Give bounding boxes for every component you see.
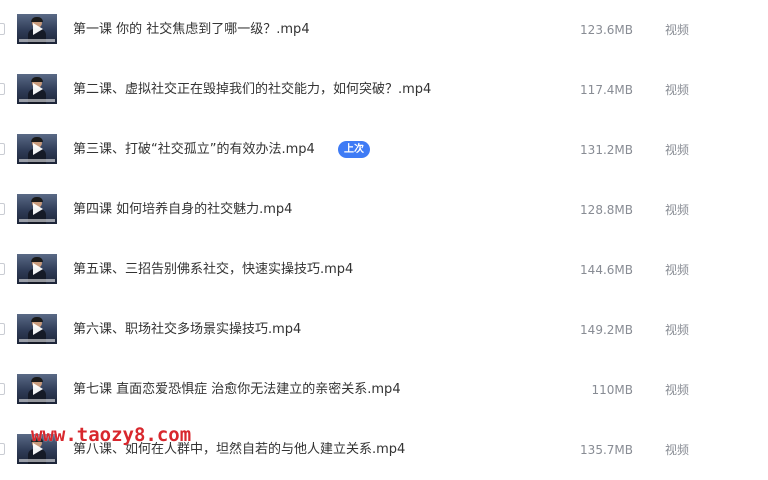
file-size: 110MB xyxy=(591,383,634,397)
row-checkbox[interactable] xyxy=(0,23,5,35)
file-type: 视频 xyxy=(665,383,690,397)
file-row[interactable]: 第六课、职场社交多场景实操技巧.mp4 149.2MB 视频 xyxy=(0,300,768,360)
file-type: 视频 xyxy=(665,323,690,337)
file-row[interactable]: 第二课、虚拟社交正在毁掉我们的社交能力，如何突破？.mp4 117.4MB 视频 xyxy=(0,60,768,120)
file-row[interactable]: 第五课、三招告别佛系社交，快速实操技巧.mp4 144.6MB 视频 xyxy=(0,240,768,300)
file-name[interactable]: 第六课、职场社交多场景实操技巧.mp4 xyxy=(73,321,301,339)
file-type: 视频 xyxy=(665,23,690,37)
video-thumbnail-icon[interactable] xyxy=(17,194,57,224)
thumbnail-caption-bar xyxy=(19,399,55,402)
presenter-hair xyxy=(31,137,43,142)
file-size: 135.7MB xyxy=(580,443,633,457)
play-icon xyxy=(33,383,43,395)
file-name[interactable]: 第五课、三招告别佛系社交，快速实操技巧.mp4 xyxy=(73,261,353,279)
thumbnail-caption-bar xyxy=(19,279,55,282)
file-size: 117.4MB xyxy=(580,83,633,97)
file-size: 144.6MB xyxy=(580,263,633,277)
row-checkbox[interactable] xyxy=(0,263,5,275)
thumbnail-caption-bar xyxy=(19,219,55,222)
row-checkbox[interactable] xyxy=(0,143,5,155)
file-type: 视频 xyxy=(665,443,690,457)
play-icon xyxy=(33,263,43,275)
video-thumbnail-icon[interactable] xyxy=(17,14,57,44)
play-icon xyxy=(33,203,43,215)
row-checkbox[interactable] xyxy=(0,323,5,335)
presenter-hair xyxy=(31,17,43,22)
thumbnail-caption-bar xyxy=(19,459,55,462)
play-icon xyxy=(33,323,43,335)
file-name[interactable]: 第七课 直面恋爱恐惧症 治愈你无法建立的亲密关系.mp4 xyxy=(73,381,401,399)
file-row[interactable]: 第七课 直面恋爱恐惧症 治愈你无法建立的亲密关系.mp4 110MB 视频 xyxy=(0,360,768,420)
thumbnail-caption-bar xyxy=(19,159,55,162)
play-icon xyxy=(33,143,43,155)
file-row[interactable]: 第四课 如何培养自身的社交魅力.mp4 128.8MB 视频 xyxy=(0,180,768,240)
file-list: 第一课 你的 社交焦虑到了哪一级？.mp4 123.6MB 视频 第二课、虚拟社… xyxy=(0,0,768,473)
presenter-hair xyxy=(31,197,43,202)
presenter-hair xyxy=(31,317,43,322)
play-icon xyxy=(33,23,43,35)
file-size: 149.2MB xyxy=(580,323,633,337)
presenter-hair xyxy=(31,257,43,262)
video-thumbnail-icon[interactable] xyxy=(17,134,57,164)
file-row[interactable]: 第三课、打破“社交孤立”的有效办法.mp4 上次 131.2MB 视频 xyxy=(0,120,768,180)
thumbnail-caption-bar xyxy=(19,39,55,42)
thumbnail-caption-bar xyxy=(19,99,55,102)
file-name[interactable]: 第四课 如何培养自身的社交魅力.mp4 xyxy=(73,201,292,219)
play-icon xyxy=(33,83,43,95)
row-checkbox[interactable] xyxy=(0,83,5,95)
video-thumbnail-icon[interactable] xyxy=(17,254,57,284)
file-type: 视频 xyxy=(665,143,690,157)
site-watermark: www.taozy8.com xyxy=(31,424,192,446)
file-type: 视频 xyxy=(665,263,690,277)
file-row[interactable]: 第一课 你的 社交焦虑到了哪一级？.mp4 123.6MB 视频 xyxy=(0,0,768,60)
last-played-badge: 上次 xyxy=(338,141,370,158)
presenter-hair xyxy=(31,377,43,382)
file-name[interactable]: 第一课 你的 社交焦虑到了哪一级？.mp4 xyxy=(73,21,310,39)
video-thumbnail-icon[interactable] xyxy=(17,374,57,404)
thumbnail-caption-bar xyxy=(19,339,55,342)
file-size: 128.8MB xyxy=(580,203,633,217)
presenter-hair xyxy=(31,77,43,82)
video-thumbnail-icon[interactable] xyxy=(17,314,57,344)
file-name[interactable]: 第二课、虚拟社交正在毁掉我们的社交能力，如何突破？.mp4 xyxy=(73,81,431,99)
file-name[interactable]: 第三课、打破“社交孤立”的有效办法.mp4 xyxy=(73,141,315,159)
video-thumbnail-icon[interactable] xyxy=(17,74,57,104)
file-size: 123.6MB xyxy=(580,23,633,37)
file-type: 视频 xyxy=(665,203,690,217)
file-type: 视频 xyxy=(665,83,690,97)
row-checkbox[interactable] xyxy=(0,443,5,455)
file-size: 131.2MB xyxy=(580,143,633,157)
row-checkbox[interactable] xyxy=(0,383,5,395)
row-checkbox[interactable] xyxy=(0,203,5,215)
